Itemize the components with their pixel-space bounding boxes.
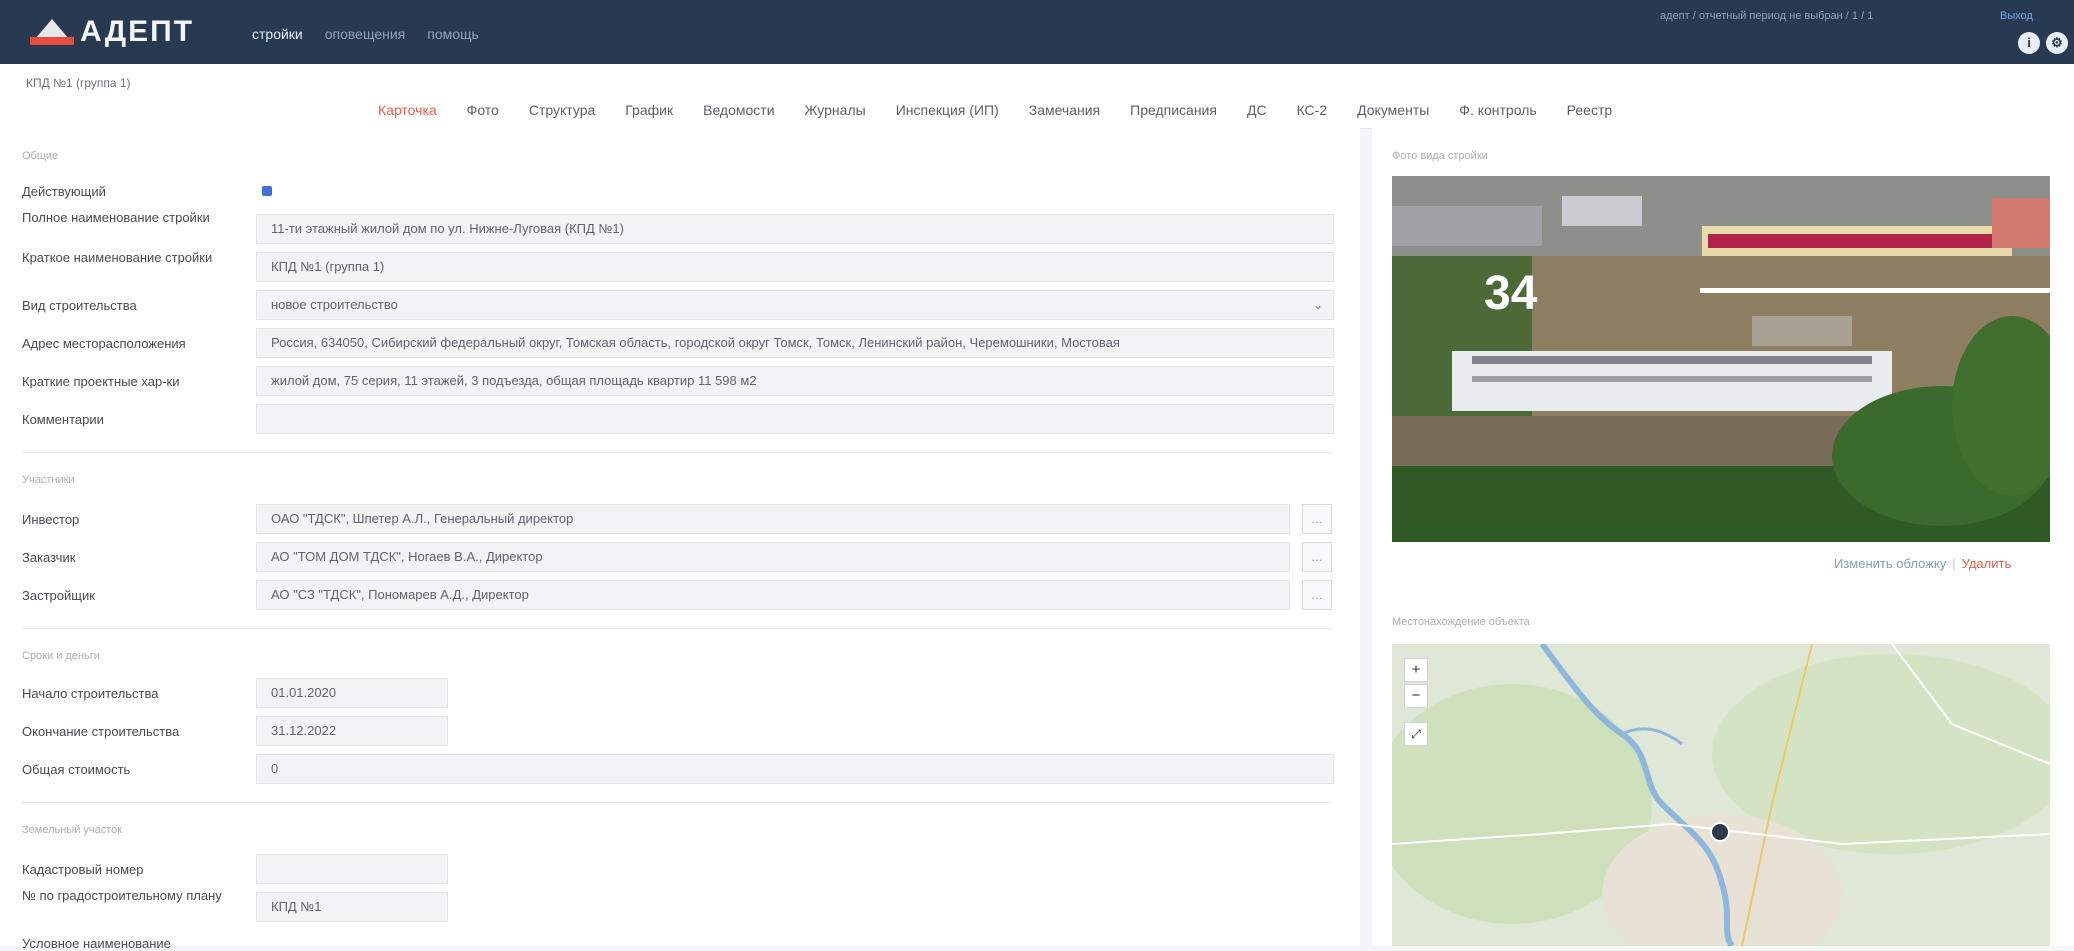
construction-type-value: новое строительство [271, 297, 398, 312]
section-cadastral-title: Земельный участок [22, 824, 123, 836]
total-cost-field[interactable]: 0 [256, 754, 1334, 784]
zoom-out-button[interactable]: − [1404, 684, 1428, 708]
logout-link[interactable]: Выход [2000, 10, 2033, 22]
tab-schedule[interactable]: График [625, 102, 673, 118]
address-label: Адрес месторасположения [22, 336, 186, 351]
tab-inspection[interactable]: Инспекция (ИП) [896, 102, 999, 118]
start-date-label: Начало строительства [22, 686, 159, 701]
developer-pick-button[interactable]: … [1302, 580, 1332, 610]
tab-registry[interactable]: Реестр [1567, 102, 1613, 118]
comment-field[interactable] [256, 404, 1334, 434]
section-terms-title: Сроки и деньги [22, 650, 100, 662]
section-divider [22, 452, 1332, 453]
tab-ds[interactable]: ДС [1247, 102, 1267, 118]
construction-photo[interactable] [1392, 176, 2050, 542]
active-label: Действующий [22, 184, 106, 199]
tab-statements[interactable]: Ведомости [703, 102, 774, 118]
map-canvas [1392, 644, 2050, 946]
location-pin-icon[interactable] [1710, 822, 1730, 842]
tab-ks2[interactable]: КС-2 [1297, 102, 1328, 118]
info-icon[interactable]: i [2018, 32, 2040, 54]
short-name-label: Краткое наименование стройки [22, 250, 213, 265]
developer-field[interactable]: АО "СЗ "ТДСК", Пономарев А.Д., Директор [256, 580, 1290, 610]
location-map[interactable] [1392, 644, 2050, 946]
photo-overlay-line [1700, 288, 2060, 293]
map-section-title: Местонахождение объекта [1392, 616, 1530, 628]
specs-field[interactable]: жилой дом, 75 серия, 11 этажей, 3 подъез… [256, 366, 1334, 396]
tab-journals[interactable]: Журналы [805, 102, 866, 118]
investor-field[interactable]: ОАО "ТДСК", Шпетер А.Л., Генеральный дир… [256, 504, 1290, 534]
object-subheader: КПД №1 (группа 1) ⚑ ⎙ [0, 64, 2074, 151]
object-tabs: Карточка Фото Структура График Ведомости… [378, 102, 1612, 118]
nav-item-help[interactable]: помощь [427, 26, 479, 42]
delete-photo-link[interactable]: Удалить [1962, 556, 2012, 571]
chevron-down-icon: ⌄ [1312, 298, 1323, 312]
customer-field[interactable]: АО "ТОМ ДОМ ТДСК", Ногаев В.А., Директор [256, 542, 1290, 572]
customer-label: Заказчик [22, 550, 76, 565]
construction-type-label: Вид строительства [22, 298, 137, 313]
section-divider [22, 802, 1332, 803]
full-name-label: Полное наименование стройки [22, 210, 210, 225]
nav-item-notifications[interactable]: оповещения [325, 26, 406, 42]
address-field[interactable]: Россия, 634050, Сибирский федеральный ок… [256, 328, 1334, 358]
photo-counter: 34 [1484, 267, 1538, 320]
settings-icon[interactable]: ⚙ [2046, 32, 2068, 54]
construction-type-select[interactable]: новое строительство ⌄ [256, 290, 1334, 320]
breadcrumb[interactable]: КПД №1 (группа 1) [26, 76, 131, 90]
photo-actions: Изменить обложку | Удалить [1834, 556, 2012, 571]
short-name-field[interactable]: КПД №1 (группа 1) [256, 252, 1334, 282]
investor-label: Инвестор [22, 512, 80, 527]
cadastral-number-label: Кадастровый номер [22, 862, 144, 877]
investor-pick-button[interactable]: … [1302, 504, 1332, 534]
section-participants-title: Участники [22, 474, 75, 486]
total-cost-label: Общая стоимость [22, 762, 131, 777]
comment-label: Комментарии [22, 412, 104, 427]
top-nav: стройки оповещения помощь [252, 26, 479, 42]
developer-label: Застройщик [22, 588, 95, 603]
section-divider [22, 628, 1332, 629]
active-checkbox[interactable] [262, 186, 272, 196]
user-info: адепт / отчетный период не выбран / 1 / … [1660, 10, 1874, 22]
photo-section-title: Фото вида стройки [1392, 150, 1488, 162]
tab-documents[interactable]: Документы [1357, 102, 1429, 118]
plan-number-field[interactable]: КПД №1 [256, 892, 448, 922]
tab-photo[interactable]: Фото [467, 102, 499, 118]
specs-label: Краткие проектные хар-ки [22, 374, 180, 389]
logo-text: АДЕПТ [80, 15, 195, 48]
logo-mountain-icon [30, 19, 74, 45]
customer-pick-button[interactable]: … [1302, 542, 1332, 572]
nav-item-projects[interactable]: стройки [252, 26, 303, 42]
fullscreen-icon[interactable]: ⤢ [1404, 722, 1428, 746]
change-cover-link[interactable]: Изменить обложку [1834, 556, 1946, 571]
full-name-field[interactable]: 11-ти этажный жилой дом по ул. Нижне-Луг… [256, 214, 1334, 244]
tab-control[interactable]: Ф. контроль [1459, 102, 1536, 118]
tab-card[interactable]: Карточка [378, 102, 437, 118]
app-logo[interactable]: АДЕПТ [30, 14, 194, 50]
section-general-title: Общие [22, 150, 59, 162]
cadastral-number-field[interactable] [256, 854, 448, 884]
plan-number-label: № по градостроительному плану [22, 888, 222, 903]
end-date-field[interactable]: 31.12.2022 [256, 716, 448, 746]
conditional-name-label: Условное наименование [22, 936, 171, 951]
end-date-label: Окончание строительства [22, 724, 180, 739]
construction-photo-image [1392, 176, 2050, 542]
zoom-in-button[interactable]: + [1404, 658, 1428, 682]
tab-remarks[interactable]: Замечания [1029, 102, 1100, 118]
tab-orders[interactable]: Предписания [1130, 102, 1217, 118]
tab-structure[interactable]: Структура [529, 102, 595, 118]
start-date-field[interactable]: 01.01.2020 [256, 678, 448, 708]
top-header: АДЕПТ стройки оповещения помощь адепт / … [0, 0, 2074, 64]
